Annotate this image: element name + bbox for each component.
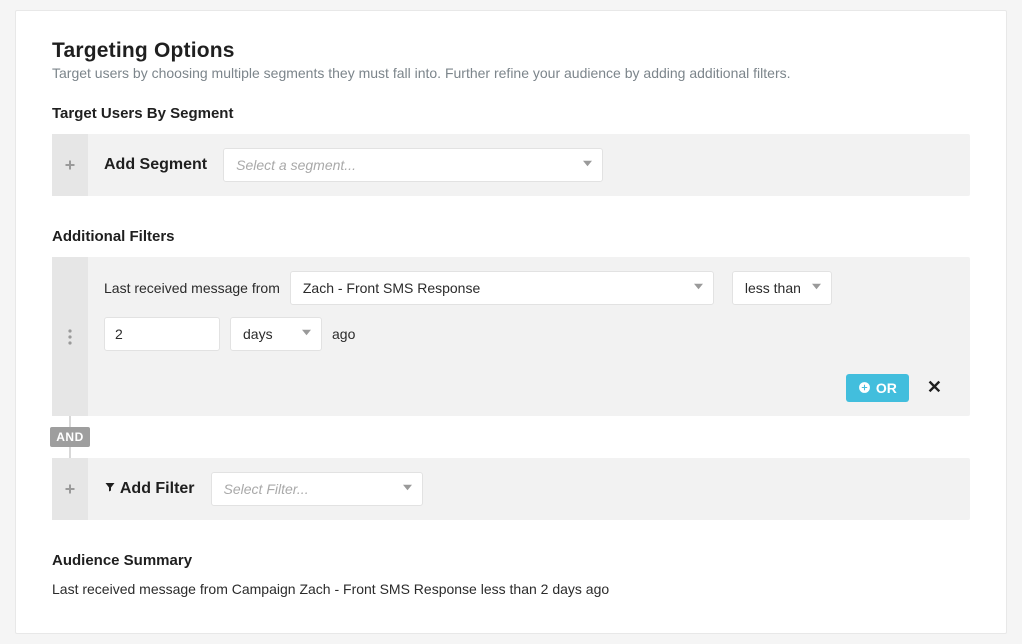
plus-icon <box>64 159 76 171</box>
number-input[interactable] <box>104 317 220 351</box>
remove-filter-button[interactable]: ✕ <box>919 373 950 402</box>
add-filter-text: Add Filter <box>120 480 195 497</box>
chevron-down-icon <box>694 282 703 294</box>
targeting-panel: Targeting Options Target users by choosi… <box>15 10 1007 634</box>
campaign-value: Zach - Front SMS Response <box>303 280 480 296</box>
plus-icon <box>64 483 76 495</box>
campaign-select[interactable]: Zach - Front SMS Response <box>290 271 714 305</box>
add-filter-label: Add Filter <box>104 480 195 498</box>
add-segment-handle[interactable] <box>52 134 88 196</box>
chevron-down-icon <box>403 483 412 495</box>
filter-suffix: ago <box>332 326 355 342</box>
and-badge: AND <box>50 427 90 447</box>
plus-circle-icon <box>858 381 871 394</box>
unit-select[interactable]: days <box>230 317 322 351</box>
unit-value: days <box>243 326 273 342</box>
drag-dots-icon <box>68 329 72 345</box>
chevron-down-icon <box>812 282 821 294</box>
summary-header: Audience Summary <box>52 552 970 569</box>
funnel-icon <box>104 481 116 493</box>
segment-select[interactable]: Select a segment... <box>223 148 603 182</box>
comparator-select[interactable]: less than <box>732 271 832 305</box>
add-filter-block: Add Filter Select Filter... <box>52 458 970 520</box>
summary-text: Last received message from Campaign Zach… <box>52 581 970 597</box>
and-connector: AND <box>52 416 970 458</box>
filter-block: Last received message from Zach - Front … <box>52 257 970 416</box>
or-label: OR <box>876 380 897 396</box>
comparator-value: less than <box>745 280 801 296</box>
page-title: Targeting Options <box>52 39 970 63</box>
add-segment-block: Add Segment Select a segment... <box>52 134 970 196</box>
filters-header: Additional Filters <box>52 228 970 245</box>
add-segment-label: Add Segment <box>104 156 207 174</box>
segment-select-placeholder: Select a segment... <box>236 157 356 173</box>
filter-type-select[interactable]: Select Filter... <box>211 472 423 506</box>
filter-drag-handle[interactable] <box>52 257 88 416</box>
chevron-down-icon <box>302 328 311 340</box>
or-button[interactable]: OR <box>846 374 909 402</box>
page-subtitle: Target users by choosing multiple segmen… <box>52 65 970 81</box>
chevron-down-icon <box>583 159 592 171</box>
filter-type-placeholder: Select Filter... <box>224 481 309 497</box>
segment-header: Target Users By Segment <box>52 105 970 122</box>
filter-prefix: Last received message from <box>104 280 280 296</box>
add-filter-handle[interactable] <box>52 458 88 520</box>
